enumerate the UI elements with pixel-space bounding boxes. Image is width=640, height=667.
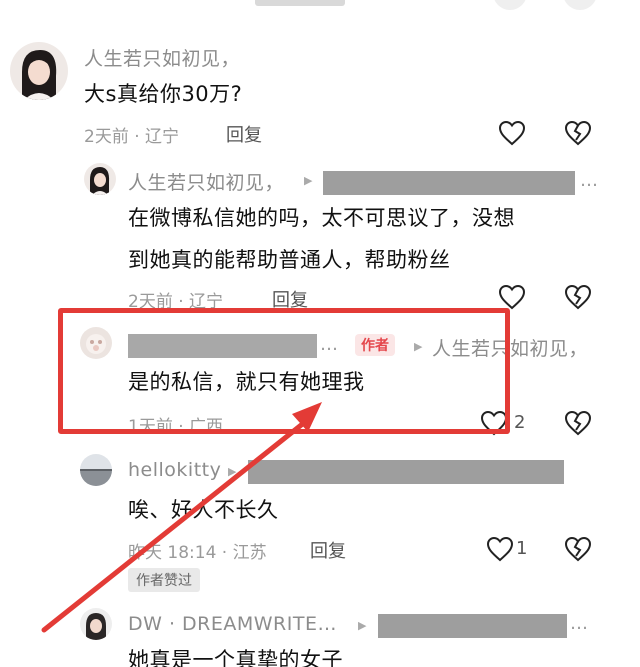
broken-heart-icon[interactable]: [564, 410, 592, 436]
comment-text: 在微博私信她的吗，太不可思议了，没想: [128, 206, 515, 230]
comment-time-location: 昨天 18:14 · 江苏: [128, 543, 267, 563]
reply-button[interactable]: 回复: [310, 537, 346, 563]
comment-text: 唉、好人不长久: [128, 498, 279, 522]
reply-arrow-icon: ▶: [228, 465, 237, 478]
top-bar: [0, 0, 640, 14]
like-count: 2: [514, 412, 526, 433]
heart-icon[interactable]: [498, 120, 526, 146]
comment-nickname[interactable]: 人生若只如初见，: [128, 168, 284, 195]
broken-heart-icon[interactable]: [564, 120, 592, 146]
nickname-ellipsis: …: [580, 170, 598, 191]
header-button[interactable]: [563, 0, 597, 10]
comment-nickname[interactable]: 人生若只如初见，: [84, 44, 240, 71]
reply-arrow-icon: ▶: [304, 174, 313, 187]
comment-nickname[interactable]: hellokitty: [128, 459, 221, 481]
nickname-ellipsis: …: [570, 613, 588, 634]
redacted-nickname: [248, 460, 564, 484]
redacted-nickname: [323, 171, 575, 195]
header-button[interactable]: [493, 0, 527, 10]
broken-heart-icon[interactable]: [564, 536, 592, 562]
broken-heart-icon[interactable]: [564, 284, 592, 310]
reply-arrow-icon: ▶: [358, 619, 367, 632]
redacted-nickname: [378, 614, 567, 638]
avatar[interactable]: [10, 42, 68, 100]
title-fragment: [255, 0, 345, 6]
avatar[interactable]: [80, 608, 112, 640]
avatar[interactable]: [80, 454, 112, 486]
comment-text: 到她真的能帮助普通人，帮助粉丝: [128, 248, 451, 272]
heart-icon[interactable]: [486, 536, 514, 562]
reply-button[interactable]: 回复: [226, 121, 262, 147]
highlight-box: [58, 308, 510, 434]
author-liked-badge: 作者赞过: [128, 568, 200, 592]
comment-text: 大s真给你30万?: [84, 82, 243, 106]
avatar[interactable]: [84, 163, 116, 195]
comment-text: 她真是一个真挚的女子: [128, 648, 343, 667]
comment-time-location: 2天前 · 辽宁: [84, 127, 180, 147]
comment-nickname[interactable]: DW · DREAMWRITE…: [128, 613, 337, 635]
heart-icon[interactable]: [498, 284, 526, 310]
like-count: 1: [516, 538, 528, 559]
